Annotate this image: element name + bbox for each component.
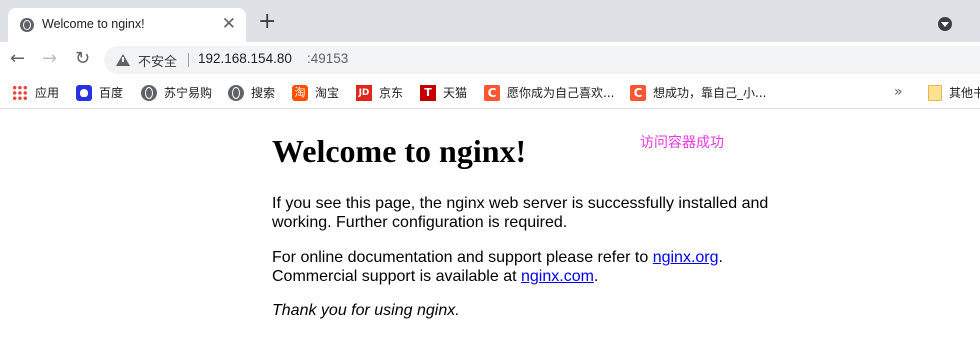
new-tab-button[interactable]: + xyxy=(258,11,276,33)
bookmark-label: 应用 xyxy=(35,86,60,100)
url-host[interactable]: 192.168.154.80 xyxy=(198,51,292,66)
csdn-icon: C xyxy=(484,85,500,101)
toolbar: ← → ↻ 不安全 192.168.154.80 :49153 xyxy=(0,42,980,109)
globe-icon xyxy=(20,18,34,32)
bookmark-label: 百度 xyxy=(99,86,124,100)
address-bar[interactable]: 不安全 192.168.154.80 :49153 xyxy=(104,46,980,74)
url-port[interactable]: :49153 xyxy=(307,51,348,66)
tab-search-icon[interactable] xyxy=(938,17,952,31)
taobao-icon: 淘 xyxy=(292,85,308,101)
baidu-icon xyxy=(76,85,92,101)
globe-icon xyxy=(141,85,157,101)
docs-paragraph: For online documentation and support ple… xyxy=(272,248,792,286)
bookmark-label: 愿你成为自己喜欢... xyxy=(507,86,615,100)
bookmark-baidu[interactable]: 百度 xyxy=(76,85,123,101)
tmall-icon: T xyxy=(420,85,436,101)
jd-icon: JD xyxy=(356,85,372,101)
docs-text: For online documentation and support ple… xyxy=(272,249,653,266)
close-icon[interactable]: ✕ xyxy=(222,15,236,33)
reload-button[interactable]: ↻ xyxy=(75,49,90,69)
bookmark-jd[interactable]: JD 京东 xyxy=(356,85,403,101)
tab-title: Welcome to nginx! xyxy=(42,17,145,31)
success-annotation: 访问容器成功 xyxy=(640,135,724,151)
page-content: Welcome to nginx! 访问容器成功 If you see this… xyxy=(0,109,980,356)
bookmark-label: 搜索 xyxy=(251,86,276,100)
nginx-org-link[interactable]: nginx.org xyxy=(653,249,719,266)
csdn-icon: C xyxy=(630,85,646,101)
docs-period: . xyxy=(718,249,723,266)
bookmark-apps[interactable]: 应用 xyxy=(12,85,59,101)
apps-icon xyxy=(12,85,28,101)
warning-icon[interactable] xyxy=(116,54,130,66)
commercial-text: Commercial support is available at xyxy=(272,268,521,285)
bookmarks-bar: 应用 百度 苏宁易购 搜索 淘淘宝 JD 京东 T 天猫 C 愿你成为自己喜欢... … xyxy=(0,78,980,109)
bookmark-label: 淘宝 xyxy=(315,86,340,100)
bookmark-tmall[interactable]: T 天猫 xyxy=(420,85,467,101)
forward-button[interactable]: → xyxy=(42,49,57,69)
commercial-period: . xyxy=(593,268,599,285)
tab-active[interactable]: Welcome to nginx! ✕ xyxy=(8,8,246,42)
tab-strip: Welcome to nginx! ✕ + xyxy=(0,0,980,42)
bookmark-label: 想成功，靠自己_小... xyxy=(653,86,767,100)
bookmark-taobao[interactable]: 淘淘宝 xyxy=(292,85,339,101)
intro-paragraph: If you see this page, the nginx web serv… xyxy=(272,195,769,231)
bookmark-search[interactable]: 搜索 xyxy=(228,85,275,101)
globe-icon xyxy=(228,85,244,101)
bookmark-label: 其他书 xyxy=(949,86,980,100)
bookmark-label: 天猫 xyxy=(443,86,468,100)
bookmark-csdn-1[interactable]: C 愿你成为自己喜欢... xyxy=(484,85,614,101)
bookmark-csdn-2[interactable]: C 想成功，靠自己_小... xyxy=(630,85,766,101)
bookmark-label: 苏宁易购 xyxy=(164,86,213,100)
security-label[interactable]: 不安全 xyxy=(138,51,177,70)
thanks-paragraph: Thank you for using nginx. xyxy=(272,302,460,319)
nginx-com-link[interactable]: nginx.com xyxy=(521,268,594,285)
back-button[interactable]: ← xyxy=(10,49,25,69)
bookmark-label: 京东 xyxy=(379,86,404,100)
url-divider xyxy=(188,53,189,67)
page-title: Welcome to nginx! xyxy=(272,133,527,169)
other-bookmarks[interactable]: 其他书 xyxy=(928,85,980,101)
bookmark-suning[interactable]: 苏宁易购 xyxy=(141,85,212,101)
folder-icon xyxy=(928,85,942,101)
bookmarks-overflow-button[interactable]: » xyxy=(894,84,903,100)
